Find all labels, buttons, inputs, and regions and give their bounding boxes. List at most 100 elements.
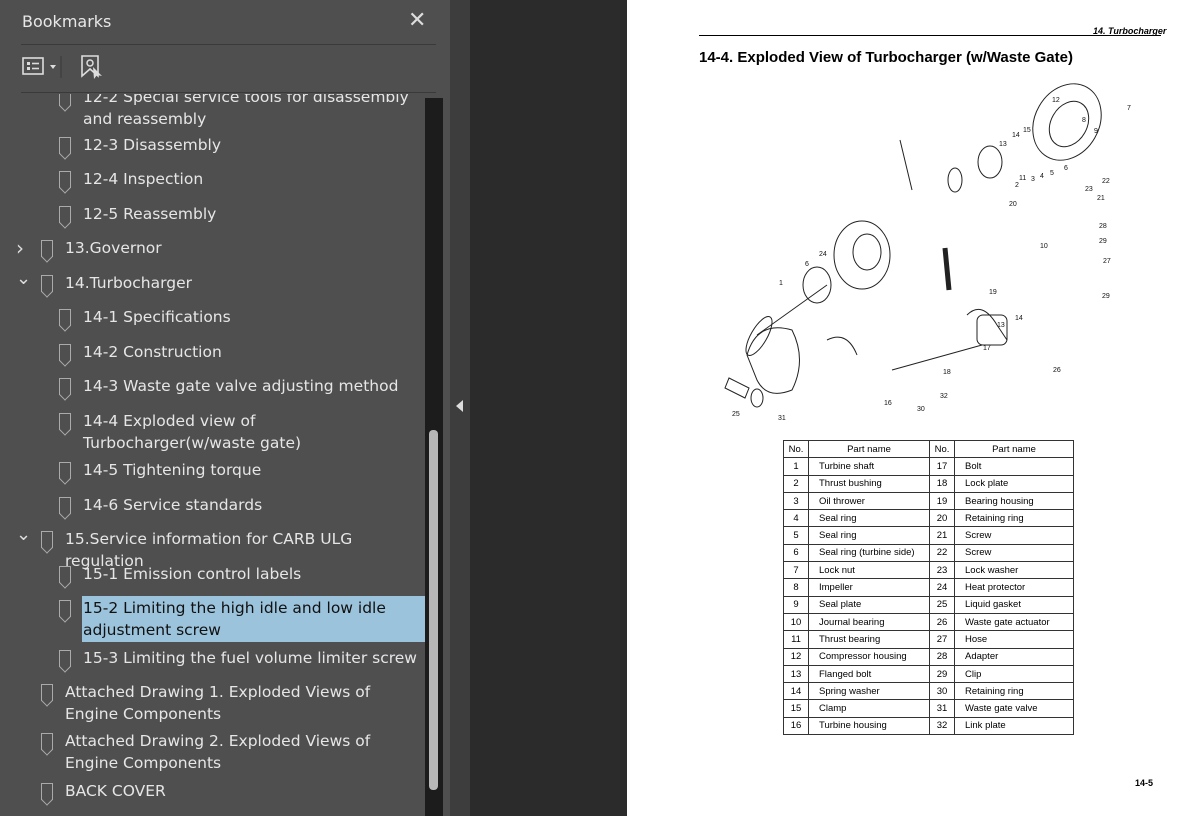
part-number: 1 — [783, 457, 809, 476]
part-name: Oil thrower — [808, 491, 930, 511]
part-number: 16 — [783, 716, 809, 736]
bookmark-label: Attached Drawing 2. Exploded Views of En… — [65, 732, 371, 772]
part-number: 32 — [929, 716, 955, 736]
callout-label: 20 — [1009, 201, 1017, 208]
table-row: 8 Impeller 24 Heat protector — [783, 578, 1074, 597]
bookmark-icon — [59, 497, 71, 514]
panel-splitter[interactable] — [450, 0, 470, 816]
part-number: 12 — [783, 647, 809, 666]
part-number: 13 — [783, 664, 809, 684]
callout-label: 15 — [1023, 127, 1031, 134]
callout-label: 30 — [917, 406, 925, 413]
part-number: 30 — [929, 682, 955, 701]
part-number: 28 — [929, 647, 955, 666]
callout-label: 21 — [1097, 195, 1105, 202]
part-name: Clip — [954, 664, 1074, 684]
callout-label: 23 — [1085, 186, 1093, 193]
part-name: Turbine housing — [808, 716, 930, 736]
part-number: 27 — [929, 630, 955, 649]
table-row: 1 Turbine shaft 17 Bolt — [783, 457, 1074, 476]
bookmark-icon — [41, 733, 53, 750]
table-row: 13 Flanged bolt 29 Clip — [783, 664, 1074, 684]
callout-label: 28 — [1099, 223, 1107, 230]
scrollbar-thumb[interactable] — [429, 430, 438, 790]
part-number: 10 — [783, 612, 809, 632]
table-row: 6 Seal ring (turbine side) 22 Screw — [783, 543, 1074, 563]
part-name: Spring washer — [808, 682, 930, 701]
callout-label: 14 — [1012, 132, 1020, 139]
bookmark-label: BACK COVER — [65, 782, 166, 800]
divider — [21, 92, 436, 93]
callout-label: 9 — [1094, 128, 1098, 135]
part-number: 23 — [929, 561, 955, 580]
part-number: 19 — [929, 491, 955, 511]
part-number: 9 — [783, 595, 809, 614]
callout-label: 3 — [1031, 176, 1035, 183]
chevron-down-icon[interactable]: ⌄ — [16, 268, 31, 290]
callout-label: 8 — [1082, 117, 1086, 124]
part-number: 20 — [929, 509, 955, 528]
exploded-view-diagram: 127891415136543211 2223212010282927246191… — [724, 83, 1131, 422]
bookmark-label: 15-2 Limiting the high idle and low idle… — [83, 599, 386, 639]
part-number: 5 — [783, 526, 809, 545]
bookmark-icon — [59, 171, 71, 188]
parts-table: No. Part name No. Part name 1 Turbine shaft 17… — [783, 439, 1074, 736]
part-name: Clamp — [808, 699, 930, 718]
bookmark-label: 14.Turbocharger — [65, 274, 192, 292]
bookmark-label: Attached Drawing 1. Exploded Views of En… — [65, 683, 371, 723]
part-name: Compressor housing — [808, 647, 930, 666]
column-header: Part name — [808, 439, 930, 459]
part-name: Thrust bushing — [808, 474, 930, 493]
callout-label: 27 — [1103, 258, 1111, 265]
part-name: Retaining ring — [954, 682, 1074, 701]
callout-label: 4 — [1040, 173, 1044, 180]
table-row: 7 Lock nut 23 Lock washer — [783, 561, 1074, 580]
callout-label: 22 — [1102, 178, 1110, 185]
part-number: 17 — [929, 457, 955, 476]
bookmark-label: 15-3 Limiting the fuel volume limiter sc… — [83, 649, 417, 667]
part-name: Seal ring (turbine side) — [808, 543, 930, 563]
chevron-right-icon[interactable]: › — [16, 237, 24, 259]
part-name: Bearing housing — [954, 491, 1074, 511]
bookmark-label: 14-2 Construction — [83, 343, 222, 361]
find-current-bookmark-icon[interactable] — [80, 54, 104, 84]
part-name: Waste gate valve — [954, 699, 1074, 718]
part-number: 2 — [783, 474, 809, 493]
bookmark-label: 12-2 Special service tools for disassemb… — [83, 94, 409, 128]
table-row: 15 Clamp 31 Waste gate valve — [783, 699, 1074, 718]
part-name: Flanged bolt — [808, 664, 930, 684]
part-name: Bolt — [954, 457, 1074, 476]
bookmark-icon — [41, 240, 53, 257]
part-name: Seal ring — [808, 509, 930, 528]
part-number: 22 — [929, 543, 955, 563]
part-number: 7 — [783, 561, 809, 580]
callout-label: 12 — [1052, 97, 1060, 104]
part-name: Lock nut — [808, 561, 930, 580]
part-name: Journal bearing — [808, 612, 930, 632]
part-name: Thrust bearing — [808, 630, 930, 649]
bookmark-icon — [59, 462, 71, 479]
part-number: 26 — [929, 612, 955, 632]
chevron-down-icon[interactable]: ⌄ — [16, 524, 31, 546]
callout-label: 29 — [1099, 238, 1107, 245]
pdf-page: 14. Turbocharger 14-4. Exploded View of … — [627, 0, 1200, 816]
part-name: Waste gate actuator — [954, 612, 1074, 632]
panel-title: Bookmarks — [22, 12, 112, 31]
part-name: Screw — [954, 526, 1074, 545]
callout-label: 19 — [989, 289, 997, 296]
collapse-panel-arrow-icon[interactable] — [456, 400, 463, 412]
page-number: 14-5 — [1135, 778, 1154, 788]
part-number: 6 — [783, 543, 809, 563]
list-options-icon[interactable] — [22, 52, 62, 82]
part-number: 14 — [783, 682, 809, 701]
close-icon[interactable]: ✕ — [408, 8, 426, 33]
bookmark-icon — [41, 275, 53, 292]
part-number: 15 — [783, 699, 809, 718]
bookmark-label: 14-1 Specifications — [83, 308, 231, 326]
part-number: 3 — [783, 491, 809, 511]
table-row: 4 Seal ring 20 Retaining ring — [783, 509, 1074, 528]
part-name: Impeller — [808, 578, 930, 597]
scrollbar[interactable] — [425, 98, 443, 816]
page-title: 14-4. Exploded View of Turbocharger (w/W… — [699, 49, 1073, 66]
bookmark-label: 12-4 Inspection — [83, 170, 204, 188]
